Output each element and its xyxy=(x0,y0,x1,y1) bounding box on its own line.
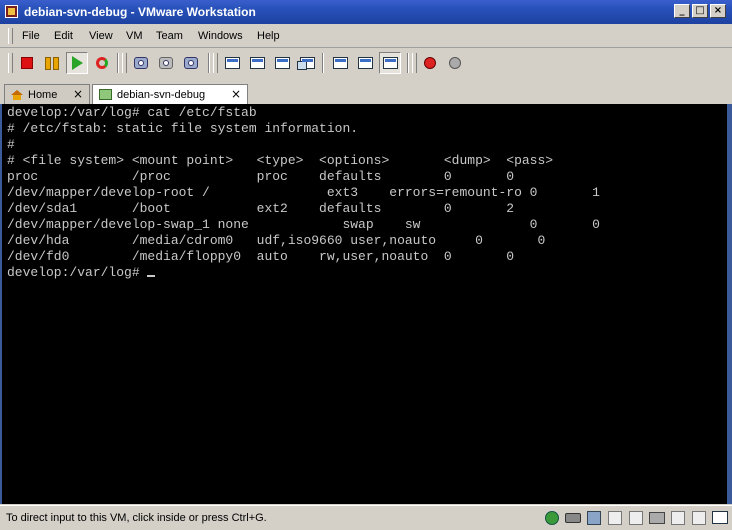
console-line: # /etc/fstab: static file system informa… xyxy=(7,121,359,136)
console-output: develop:/var/log# cat /etc/fstab # /etc/… xyxy=(7,105,600,281)
summary-view-icon[interactable] xyxy=(329,52,351,74)
toolbar-grip[interactable] xyxy=(122,53,127,73)
snapshot-icon[interactable] xyxy=(130,52,152,74)
console-view-icon[interactable] xyxy=(379,52,401,74)
console-line: /dev/sda1 /boot ext2 defaults 0 2 xyxy=(7,201,515,216)
toolbar-separator xyxy=(117,53,119,73)
maximize-button[interactable]: □ xyxy=(692,4,708,18)
status-bar: To direct input to this VM, click inside… xyxy=(0,505,732,530)
console-line: /dev/mapper/develop-swap_1 none swap sw … xyxy=(7,217,600,232)
tab-vm-label: debian-svn-debug xyxy=(117,88,206,101)
window-controls: _ □ × xyxy=(674,4,726,18)
toolbar-separator xyxy=(407,53,409,73)
vm-icon xyxy=(99,89,112,100)
device-icons xyxy=(544,510,728,525)
display-icon[interactable] xyxy=(712,510,728,525)
tab-home[interactable]: Home × xyxy=(4,84,90,104)
cdrom-icon[interactable] xyxy=(607,510,623,525)
text-cursor xyxy=(147,275,156,277)
toolbar-separator xyxy=(322,53,324,73)
reset-icon[interactable] xyxy=(91,52,113,74)
toolbar xyxy=(0,49,732,78)
power-off-icon[interactable] xyxy=(16,52,38,74)
appliance-view-icon[interactable] xyxy=(354,52,376,74)
window-title: debian-svn-debug - VMware Workstation xyxy=(24,5,256,19)
usb-icon[interactable] xyxy=(628,510,644,525)
network-icon[interactable] xyxy=(544,510,560,525)
toolbar-grip[interactable] xyxy=(213,53,218,73)
tab-debian-svn-debug[interactable]: debian-svn-debug × xyxy=(92,84,248,104)
full-screen-icon[interactable] xyxy=(246,52,268,74)
vmware-app-icon[interactable] xyxy=(5,5,18,18)
console-line: /dev/mapper/develop-root / ext3 errors=r… xyxy=(7,185,600,200)
menu-edit[interactable]: Edit xyxy=(54,30,73,42)
menu-team[interactable]: Team xyxy=(156,30,183,42)
tab-home-label: Home xyxy=(28,88,58,101)
tab-vm-close-icon[interactable]: × xyxy=(231,87,241,101)
power-on-icon[interactable] xyxy=(66,52,88,74)
console-line: # <file system> <mount point> <type> <op… xyxy=(7,153,554,168)
quick-switch-icon[interactable] xyxy=(221,52,243,74)
toolbar-grip[interactable] xyxy=(8,53,13,73)
home-icon xyxy=(11,89,23,100)
console-line: proc /proc proc defaults 0 0 xyxy=(7,169,515,184)
menu-help[interactable]: Help xyxy=(257,30,280,42)
close-button[interactable]: × xyxy=(710,4,726,18)
menu-windows[interactable]: Windows xyxy=(198,30,243,42)
record-icon[interactable] xyxy=(419,52,441,74)
toolbar-grip[interactable] xyxy=(412,53,417,73)
menu-grip[interactable] xyxy=(8,28,13,44)
console-line: /dev/hda /media/cdrom0 udf,iso9660 user,… xyxy=(7,233,546,248)
hard-disk-icon[interactable] xyxy=(565,510,581,525)
vm-console[interactable]: develop:/var/log# cat /etc/fstab # /etc/… xyxy=(2,104,727,504)
sound-icon[interactable] xyxy=(670,510,686,525)
revert-snapshot-icon[interactable] xyxy=(155,52,177,74)
menu-bar: File Edit View VM Team Windows Help xyxy=(0,24,732,48)
console-line: develop:/var/log# cat /etc/fstab xyxy=(7,105,257,120)
menu-view[interactable]: View xyxy=(89,30,113,42)
console-frame: develop:/var/log# cat /etc/fstab # /etc/… xyxy=(0,104,732,504)
console-prompt: develop:/var/log# xyxy=(7,265,148,280)
floppy-icon[interactable] xyxy=(586,510,602,525)
toolbar-separator xyxy=(208,53,210,73)
tab-home-close-icon[interactable]: × xyxy=(73,87,83,101)
tab-bar: Home × debian-svn-debug × xyxy=(0,82,732,104)
console-line: # xyxy=(7,137,15,152)
replay-icon[interactable] xyxy=(444,52,466,74)
status-text: To direct input to this VM, click inside… xyxy=(6,512,267,524)
suspend-icon[interactable] xyxy=(41,52,63,74)
console-line: /dev/fd0 /media/floppy0 auto rw,user,noa… xyxy=(7,249,515,264)
minimize-button[interactable]: _ xyxy=(674,4,690,18)
title-bar[interactable]: debian-svn-debug - VMware Workstation _ … xyxy=(0,0,732,24)
sound-icon-2[interactable] xyxy=(691,510,707,525)
menu-file[interactable]: File xyxy=(22,30,40,42)
menu-vm[interactable]: VM xyxy=(126,30,143,42)
unity-icon[interactable] xyxy=(296,52,318,74)
snapshot-manager-icon[interactable] xyxy=(180,52,202,74)
fit-window-icon[interactable] xyxy=(271,52,293,74)
printer-icon[interactable] xyxy=(649,510,665,525)
